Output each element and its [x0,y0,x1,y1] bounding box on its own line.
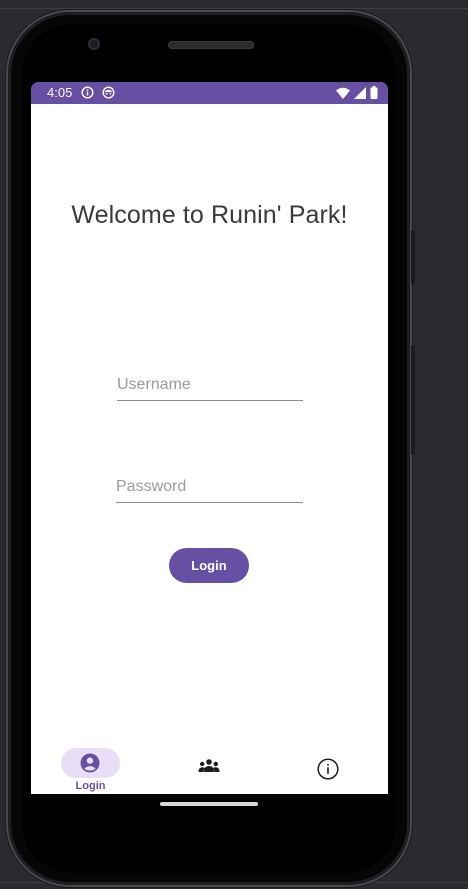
wifi-icon [336,86,350,104]
power-button[interactable] [411,230,415,285]
nav-label-login: Login [75,780,106,792]
battery-icon [370,86,378,104]
status-bar: 4:05 [31,82,388,104]
earpiece-speaker [168,41,254,49]
home-indicator[interactable] [160,802,258,806]
signal-icon [354,86,366,104]
page-title: Welcome to Runin' Park! [71,201,348,229]
front-camera [88,38,100,50]
emulator-top-divider [0,8,468,9]
nav-item-info[interactable] [269,742,388,794]
account-circle-icon [80,753,100,777]
username-input[interactable] [117,370,303,401]
groups-icon [198,758,220,777]
status-time: 4:05 [47,85,73,100]
face-icon [102,86,115,104]
bottom-navigation: Login [31,742,388,794]
app-screen: 4:05 Welcome to Runin' Park! Username Lo… [31,82,388,794]
nav-item-groups[interactable] [150,742,269,794]
volume-button[interactable] [411,345,415,455]
password-input[interactable] [116,472,303,503]
info-outline-icon [317,758,339,784]
nav-item-login[interactable]: Login [31,742,150,794]
info-icon [81,86,94,104]
login-button[interactable]: Login [169,548,249,583]
